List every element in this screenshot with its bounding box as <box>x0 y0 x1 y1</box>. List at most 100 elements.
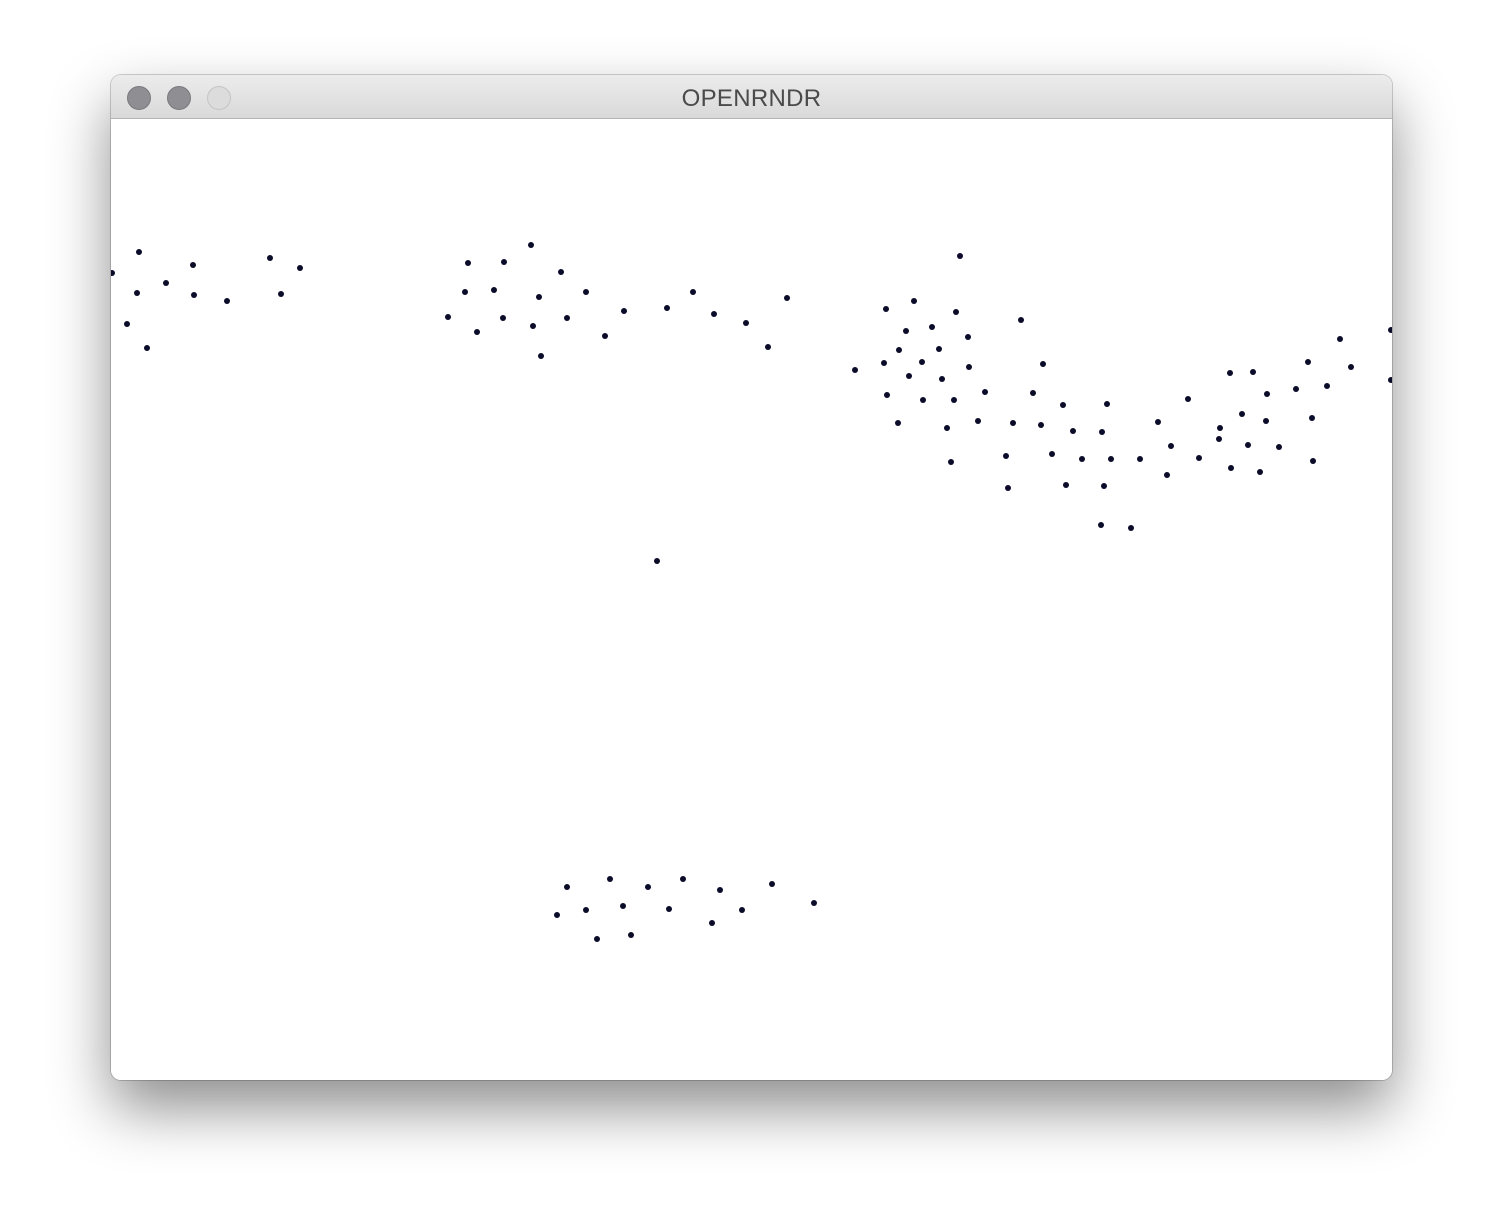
dot-114 <box>739 907 745 913</box>
dot-7 <box>191 292 197 298</box>
dot-67 <box>1070 428 1076 434</box>
dot-107 <box>620 903 626 909</box>
dot-6 <box>190 262 196 268</box>
dot-100 <box>1388 377 1392 383</box>
dot-72 <box>1104 401 1110 407</box>
dot-88 <box>1257 469 1263 475</box>
dot-1 <box>136 249 142 255</box>
dot-81 <box>1217 425 1223 431</box>
dot-98 <box>1348 364 1354 370</box>
dot-108 <box>628 932 634 938</box>
dot-60 <box>1018 317 1024 323</box>
dot-94 <box>1309 415 1315 421</box>
dot-20 <box>530 323 536 329</box>
dot-44 <box>920 397 926 403</box>
dot-91 <box>1276 444 1282 450</box>
dot-83 <box>1227 370 1233 376</box>
dot-22 <box>538 353 544 359</box>
dot-54 <box>966 364 972 370</box>
dot-0 <box>111 270 115 276</box>
dot-25 <box>583 289 589 295</box>
dot-32 <box>765 344 771 350</box>
dot-99 <box>1388 327 1392 333</box>
dot-31 <box>743 320 749 326</box>
dot-76 <box>1155 419 1161 425</box>
dot-36 <box>883 306 889 312</box>
dot-30 <box>711 311 717 317</box>
dot-101 <box>654 558 660 564</box>
dot-3 <box>124 321 130 327</box>
dot-89 <box>1263 418 1269 424</box>
dot-71 <box>1101 483 1107 489</box>
dot-112 <box>709 920 715 926</box>
render-canvas[interactable] <box>111 119 1392 1080</box>
dot-116 <box>811 900 817 906</box>
dot-57 <box>1003 453 1009 459</box>
dot-35 <box>881 360 887 366</box>
dot-10 <box>278 291 284 297</box>
dot-104 <box>583 907 589 913</box>
dot-93 <box>1305 359 1311 365</box>
dot-86 <box>1245 442 1251 448</box>
dot-26 <box>602 333 608 339</box>
dot-73 <box>1108 456 1114 462</box>
dot-59 <box>1010 420 1016 426</box>
dot-27 <box>621 308 627 314</box>
dot-42 <box>911 298 917 304</box>
dot-106 <box>607 876 613 882</box>
dot-77 <box>1164 472 1170 478</box>
dot-78 <box>1168 443 1174 449</box>
dot-47 <box>939 376 945 382</box>
dot-110 <box>666 906 672 912</box>
window-title: OPENRNDR <box>681 85 822 112</box>
dot-56 <box>982 389 988 395</box>
dot-5 <box>163 280 169 286</box>
dot-113 <box>717 887 723 893</box>
dot-40 <box>896 347 902 353</box>
dot-105 <box>594 936 600 942</box>
dot-68 <box>1079 456 1085 462</box>
dot-15 <box>474 329 480 335</box>
dot-19 <box>528 242 534 248</box>
dot-65 <box>1060 402 1066 408</box>
dot-12 <box>445 314 451 320</box>
dot-58 <box>1005 485 1011 491</box>
dot-85 <box>1239 411 1245 417</box>
dot-41 <box>906 373 912 379</box>
dot-66 <box>1063 482 1069 488</box>
dot-51 <box>953 309 959 315</box>
dot-109 <box>645 884 651 890</box>
dot-84 <box>1228 465 1234 471</box>
dot-69 <box>1098 522 1104 528</box>
dot-11 <box>297 265 303 271</box>
dot-23 <box>558 269 564 275</box>
dot-48 <box>944 425 950 431</box>
dot-55 <box>975 418 981 424</box>
dot-64 <box>1049 451 1055 457</box>
dot-2 <box>134 290 140 296</box>
dot-50 <box>951 397 957 403</box>
title-bar[interactable]: OPENRNDR <box>111 75 1392 119</box>
dot-75 <box>1137 456 1143 462</box>
dot-9 <box>267 255 273 261</box>
dot-34 <box>852 367 858 373</box>
dot-103 <box>564 884 570 890</box>
dot-92 <box>1293 386 1299 392</box>
dot-33 <box>784 295 790 301</box>
dot-39 <box>903 328 909 334</box>
dot-43 <box>919 359 925 365</box>
dot-70 <box>1099 429 1105 435</box>
dot-28 <box>664 305 670 311</box>
dot-87 <box>1250 369 1256 375</box>
dot-82 <box>1216 436 1222 442</box>
dot-95 <box>1310 458 1316 464</box>
dot-16 <box>491 287 497 293</box>
dot-79 <box>1185 396 1191 402</box>
dot-24 <box>564 315 570 321</box>
dot-80 <box>1196 455 1202 461</box>
dot-4 <box>144 345 150 351</box>
dot-49 <box>948 459 954 465</box>
dot-97 <box>1337 336 1343 342</box>
dot-102 <box>554 912 560 918</box>
dot-52 <box>957 253 963 259</box>
